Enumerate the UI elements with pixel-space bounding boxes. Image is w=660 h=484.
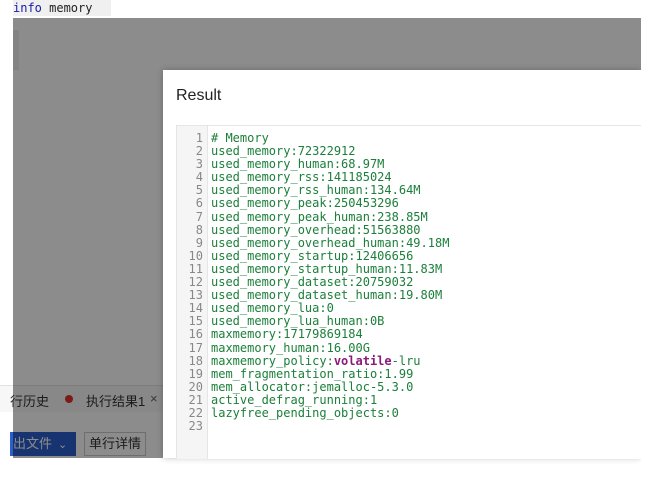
line-key: lazyfree_pending_objects:0 <box>211 405 399 420</box>
query-argument: memory <box>41 1 93 15</box>
line-key: used_memory_peak:250453296 <box>211 196 399 211</box>
line-number: 20 <box>188 379 203 394</box>
line-key: used_memory_startup_human:11.83M <box>211 261 443 276</box>
line-number: 23 <box>188 419 203 434</box>
line-number: 18 <box>188 353 203 368</box>
line-number: 8 <box>195 222 203 237</box>
line-number: 21 <box>188 392 203 407</box>
line-number: 6 <box>195 196 203 211</box>
line-key: maxmemory_policy: <box>211 353 334 368</box>
line-key: used_memory_lua_human:0B <box>211 314 385 329</box>
line-number: 17 <box>188 340 203 355</box>
line-key: used_memory_peak_human:238.85M <box>211 209 428 224</box>
line-key: used_memory_dataset:20759032 <box>211 275 414 290</box>
line-key: used_memory_overhead:51563880 <box>211 222 421 237</box>
line-key: used_memory_lua:0 <box>211 301 334 316</box>
line-key: maxmemory_human:16.00G <box>211 340 370 355</box>
line-number: 9 <box>195 235 203 250</box>
dialog-title: Result <box>176 87 222 104</box>
query-keyword: info <box>13 1 42 15</box>
line-value: -lru <box>391 353 421 368</box>
result-code-viewer[interactable]: 1 # Memory 2 used_memory:72322912 3 used_memo… <box>176 125 642 459</box>
line-number: 19 <box>188 366 203 381</box>
line-key: mem_allocator:jemalloc-5.3.0 <box>211 379 414 394</box>
line-number: 7 <box>195 209 203 224</box>
line-number: 16 <box>188 327 203 342</box>
line-key: used_memory:72322912 <box>211 144 356 159</box>
line-key: used_memory_startup:12406656 <box>211 248 414 263</box>
result-dialog: Result 1 # Memory 2 used_memory:72322912 3 us… <box>163 70 642 459</box>
line-key: used_memory_human:68.97M <box>211 157 385 172</box>
line-key: used_memory_rss_human:134.64M <box>211 183 421 198</box>
line-keyword: volatile <box>333 353 392 368</box>
line-key: mem_fragmentation_ratio:1.99 <box>211 366 414 381</box>
line-text: lazyfree_pending_objects:0 <box>211 405 399 420</box>
line-key: active_defrag_running:1 <box>211 392 378 407</box>
query-text[interactable]: info memory <box>13 0 111 16</box>
line-key: maxmemory:17179869184 <box>211 327 363 342</box>
line-key: # Memory <box>211 131 269 145</box>
line-key: used_memory_rss:141185024 <box>211 170 392 185</box>
page-margin <box>641 0 660 484</box>
line-key: used_memory_overhead_human:49.18M <box>211 235 450 250</box>
line-number: 10 <box>188 248 203 263</box>
line-key: used_memory_dataset_human:19.80M <box>211 288 443 303</box>
